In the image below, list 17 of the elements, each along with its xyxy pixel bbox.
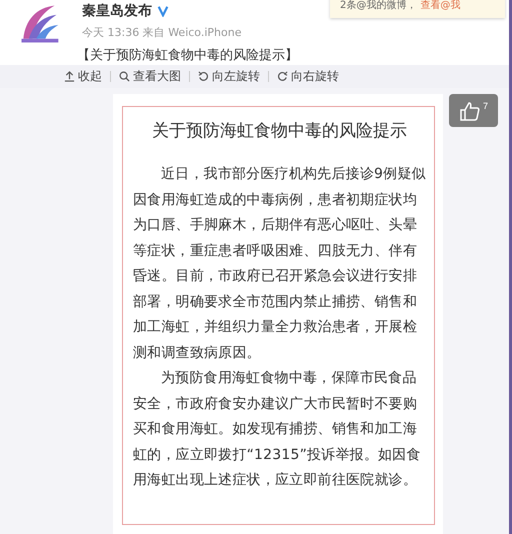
toolbar-button[interactable]: 向右旋转: [277, 68, 339, 85]
toolbar-button[interactable]: 查看大图: [119, 68, 181, 85]
toolbar-button[interactable]: 收起: [64, 68, 102, 85]
post-text: 【关于预防海虹食物中毒的风险提示】: [77, 47, 298, 64]
document-paragraph: 为预防食用海虹食物中毒，保障市民食品安全，市政府食安办建议广大市民暂时不要购买和食用海虹。如发现有捕捞、销售和加工海虹的，应立即拨打“12315”投诉举报。如因食用海虹出现上述症状，应立即前往医院就诊。: [133, 369, 422, 490]
rotate-left-icon: [198, 71, 209, 82]
author-name[interactable]: 秦皇岛发布: [82, 2, 152, 20]
document-paragraph: 近日，我市部分医疗机构先后接诊9例疑似因食用海虹造成的中毒病例，患者初期症状均为口唇、手脚麻木，后期伴有恶心呕吐、头晕等症状，重症患者呼吸困难、四肢无力、伴有昏迷。目前，市政府已召开紧急会议进行安排部署，明确要求全市范围内禁止捕捞、销售和加工海虹，并组织力量全力救治患者，开展检测和调查致病原因。: [133, 165, 426, 362]
search-icon: [119, 71, 130, 82]
like-button[interactable]: 7: [449, 94, 498, 127]
notification-text: 2条@我的微博，: [340, 0, 416, 12]
collapse-icon: [64, 71, 75, 82]
thumbs-up-icon: [458, 100, 481, 122]
rotate-right-icon: [277, 71, 288, 82]
toolbar-button[interactable]: 向左旋转: [198, 68, 260, 85]
document-title: 关于预防海虹食物中毒的风险提示: [151, 120, 408, 142]
post-meta: 今天 13:36 来自 Weico.iPhone: [82, 25, 242, 40]
